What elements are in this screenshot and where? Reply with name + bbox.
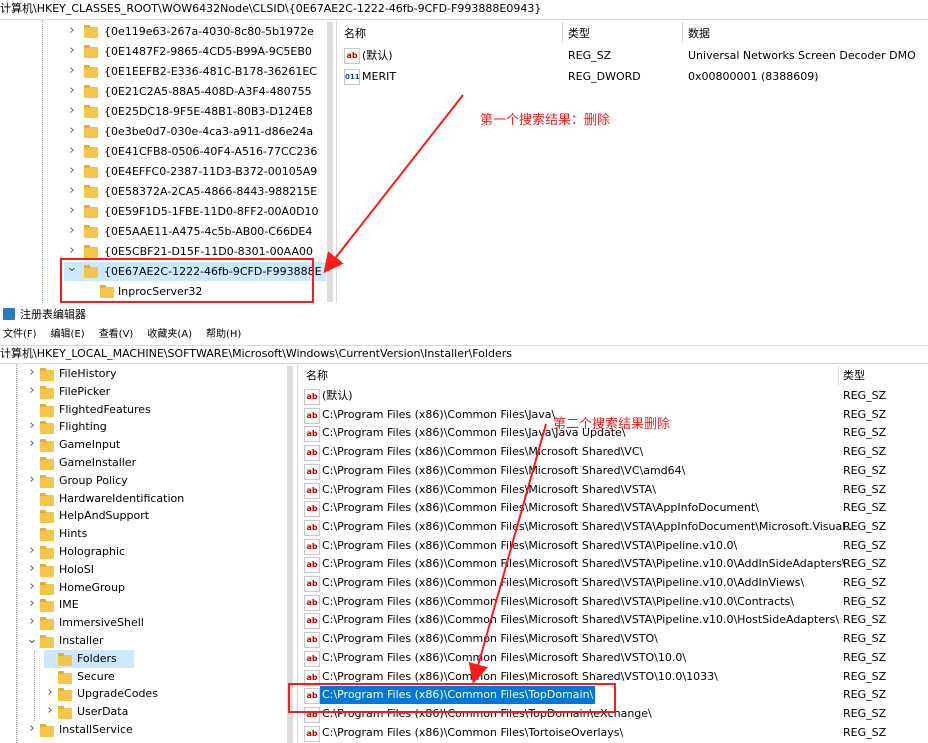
annotation-arrows (323, 94, 547, 684)
arrow-second (468, 423, 547, 684)
arrow-first (323, 94, 464, 274)
